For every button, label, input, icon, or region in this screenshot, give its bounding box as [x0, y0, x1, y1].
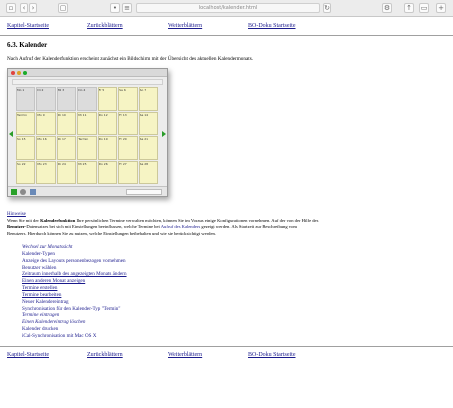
screenshot-header-row — [12, 79, 163, 85]
para-text: Wenn Sie mit der — [7, 218, 41, 223]
tab-overview-icon[interactable]: ▢ — [58, 3, 68, 13]
calendar-day-cell: Di 17 — [56, 136, 77, 160]
nav-forward-link[interactable]: Weiterblättern — [168, 350, 202, 360]
list-item[interactable]: Anzeige des Layouts personenbezogen vorn… — [22, 258, 222, 265]
calendar-day-cell: Termin — [77, 136, 97, 160]
calendar-day-cell: Do 4 — [77, 87, 97, 111]
page-title: 6.3. Kalender — [7, 41, 48, 49]
calendar-day-cell: Di 10 — [56, 111, 77, 135]
list-item[interactable]: Benutzer wählen — [22, 265, 222, 272]
view-select — [126, 189, 162, 195]
calendar-day-cell: Do 26 — [97, 160, 118, 184]
list-item[interactable]: Synchronisation für den Kalender-Typ "Te… — [22, 306, 222, 313]
list-item[interactable]: iCal-Synchronisation mit Mac OS X — [22, 333, 222, 340]
para-text: -Datensatzes bei sich mit Einstellungen … — [24, 224, 161, 230]
list-item[interactable]: Termine erstellen — [22, 285, 222, 292]
calendar-day-cell: Sa 6 — [118, 87, 138, 111]
calendar-day-cell: Mo 16 — [36, 136, 56, 160]
address-bar[interactable]: localhost/kalender.html — [136, 3, 320, 13]
nav-chapter-start-link[interactable]: Kapitel-Startseite — [7, 350, 49, 360]
add-icon — [11, 189, 17, 195]
nav-back-link[interactable]: Zurückblättern — [87, 21, 123, 31]
calendar-day-cell: Mi 11 — [77, 111, 97, 135]
bottom-divider — [0, 346, 453, 347]
nav-home-link[interactable]: BO-Doku Startseite — [248, 350, 296, 360]
calendar-day-cell: Fr 13 — [118, 111, 138, 135]
calendar-day-cell: Sa 21 — [138, 136, 158, 160]
nav-home-link[interactable]: BO-Doku Startseite — [248, 21, 296, 31]
tabs-icon[interactable]: ▭ — [419, 3, 429, 13]
para-text: gezeigt werden. Als Startzeit zur Beschr… — [200, 224, 297, 230]
calendar-day-cell: Fr 20 — [118, 136, 138, 160]
calendar-day-cell: Mi 3 — [56, 87, 77, 111]
calendar-screenshot: Mo 1 Di 2 Mi 3 Do 4 Fr 5 Sa 6 So 7 Termin Mo 9 Di… — [7, 68, 168, 197]
hints-paragraph: Wenn Sie mit der Kalenderfunktion Ihre p… — [7, 218, 447, 237]
para-bold: Kalenderfunktion — [40, 218, 76, 223]
calendar-day-cell: Sa 28 — [138, 160, 158, 184]
next-month-icon — [162, 131, 166, 137]
calendar-day-cell: Mo 1 — [16, 87, 36, 111]
calendar-day-cell: So 15 — [16, 136, 36, 160]
calendar-grid: Mo 1 Di 2 Mi 3 Do 4 Fr 5 Sa 6 So 7 Termin Mo 9 Di… — [16, 87, 159, 185]
topic-list: Wechsel zur Monatssicht Kalender-Typen A… — [22, 244, 222, 340]
calendar-day-cell: Do 12 — [97, 111, 118, 135]
calendar-day-cell: Mo 23 — [36, 160, 56, 184]
screenshot-toolbar — [8, 186, 167, 196]
sidebar-toggle-icon[interactable]: ▫ — [6, 3, 16, 13]
para-text: Benutzers. Hierdurch können Sie zu nutze… — [7, 230, 216, 236]
close-dot-icon — [11, 71, 15, 75]
back-icon[interactable]: ‹ — [20, 3, 28, 13]
top-nav: Kapitel-Startseite Zurückblättern Weiter… — [7, 21, 447, 31]
para-bold: Benutzer — [7, 224, 25, 230]
zoom-dot-icon — [23, 71, 27, 75]
list-item[interactable]: Kalender drucken — [22, 326, 222, 333]
calendar-day-cell: Mo 9 — [36, 111, 56, 135]
minimize-dot-icon — [17, 71, 21, 75]
list-item[interactable]: Kalender-Typen — [22, 251, 222, 258]
calendar-day-cell: Di 2 — [36, 87, 56, 111]
prev-month-icon — [9, 131, 13, 137]
list-item[interactable]: Einen Kalendereintrag löschen — [22, 319, 222, 326]
list-item[interactable]: Wechsel zur Monatssicht — [22, 244, 222, 251]
list-item[interactable]: Einen anderen Monat anzeigen — [22, 278, 222, 285]
settings-small-icon — [20, 189, 26, 195]
bottom-nav: Kapitel-Startseite Zurückblättern Weiter… — [7, 350, 447, 360]
add-tab-icon[interactable]: + — [436, 3, 446, 13]
nav-chapter-start-link[interactable]: Kapitel-Startseite — [7, 21, 49, 31]
list-item[interactable]: Neuer Kalendereintrag — [22, 299, 222, 306]
list-item[interactable]: Zeitraum innerhalb des angezeigten Monat… — [22, 271, 222, 278]
nav-forward-link[interactable]: Weiterblättern — [168, 21, 202, 31]
calendar-day-cell: Fr 27 — [118, 160, 138, 184]
calendar-day-cell: Mi 25 — [77, 160, 97, 184]
list-item[interactable]: Termine bearbeiten — [22, 292, 222, 299]
intro-text: Nach Aufruf der Kalenderfunktion erschei… — [7, 56, 254, 62]
reload-icon[interactable]: ↻ — [323, 3, 331, 13]
calendar-day-cell: Di 24 — [56, 160, 77, 184]
hints-heading: Hinweise — [7, 212, 26, 217]
reader-icon[interactable]: ≡ — [122, 3, 132, 13]
calendar-day-cell: Fr 5 — [97, 87, 118, 111]
share-icon[interactable]: ↑ — [404, 3, 414, 13]
list-item[interactable]: Termine eintragen — [22, 312, 222, 319]
settings-icon[interactable]: ⚙ — [382, 3, 392, 13]
privacy-icon[interactable]: • — [110, 3, 120, 13]
top-divider — [0, 35, 453, 36]
print-icon — [30, 189, 36, 195]
calendar-day-cell: So 22 — [16, 160, 36, 184]
para-link[interactable]: Aufruf des Kalenders — [161, 224, 201, 229]
calendar-day-cell: Sa 14 — [138, 111, 158, 135]
para-text: Ihre persönlichen Termine verwalten möch… — [75, 218, 319, 223]
nav-back-link[interactable]: Zurückblättern — [87, 350, 123, 360]
forward-icon[interactable]: › — [29, 3, 37, 13]
browser-toolbar: ▫ ‹ › ▢ • ≡ localhost/kalender.html ↻ ⚙ … — [0, 0, 453, 17]
calendar-day-cell: Termin — [16, 111, 36, 135]
calendar-day-cell: So 7 — [138, 87, 158, 111]
calendar-day-cell: Do 19 — [97, 136, 118, 160]
screenshot-titlebar — [8, 69, 167, 77]
